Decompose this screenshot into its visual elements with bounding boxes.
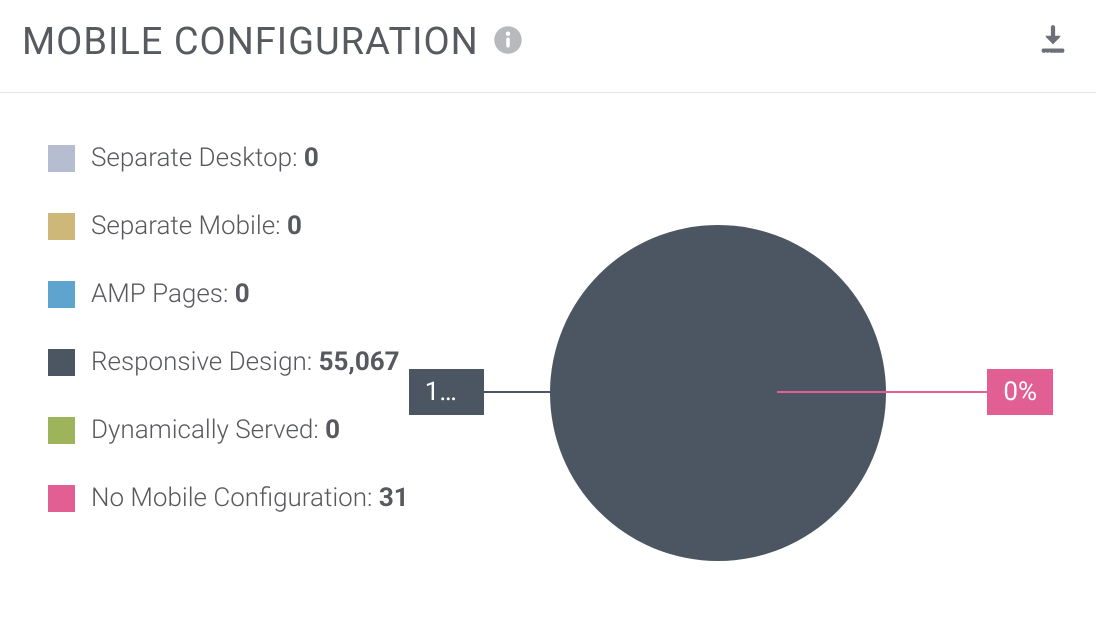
legend-item-responsive-design[interactable]: Responsive Design: 55,067 xyxy=(48,347,409,377)
callout-leader xyxy=(484,391,550,393)
swatch-icon xyxy=(48,213,75,240)
swatch-icon xyxy=(48,349,75,376)
legend-item-separate-desktop[interactable]: Separate Desktop: 0 xyxy=(48,143,409,173)
download-icon[interactable] xyxy=(1036,23,1070,61)
legend-item-no-mobile-config[interactable]: No Mobile Configuration: 31 xyxy=(48,483,409,513)
swatch-icon xyxy=(48,281,75,308)
legend-item-amp-pages[interactable]: AMP Pages: 0 xyxy=(48,279,409,309)
swatch-icon xyxy=(48,485,75,512)
legend-item-dynamically-served[interactable]: Dynamically Served: 0 xyxy=(48,415,409,445)
legend-item-separate-mobile[interactable]: Separate Mobile: 0 xyxy=(48,211,409,241)
info-icon[interactable] xyxy=(493,25,523,59)
header: MOBILE CONFIGURATION xyxy=(0,0,1096,93)
pie-chart: 10… 0% xyxy=(409,133,1096,513)
legend-label: Responsive Design: 55,067 xyxy=(91,347,400,377)
slice-callout-responsive: 10… xyxy=(409,369,550,415)
callout-label: 10… xyxy=(409,369,484,415)
legend-label: Dynamically Served: 0 xyxy=(91,415,340,445)
legend: Separate Desktop: 0 Separate Mobile: 0 A… xyxy=(0,133,409,513)
legend-label: Separate Desktop: 0 xyxy=(91,143,319,173)
page-title: MOBILE CONFIGURATION xyxy=(22,20,479,64)
title-area: MOBILE CONFIGURATION xyxy=(22,20,523,64)
callout-label: 0% xyxy=(987,369,1053,415)
legend-label: AMP Pages: 0 xyxy=(91,279,250,309)
content: Separate Desktop: 0 Separate Mobile: 0 A… xyxy=(0,93,1096,513)
legend-label: No Mobile Configuration: 31 xyxy=(91,483,409,513)
swatch-icon xyxy=(48,145,75,172)
callout-leader xyxy=(777,391,987,393)
swatch-icon xyxy=(48,417,75,444)
legend-label: Separate Mobile: 0 xyxy=(91,211,302,241)
slice-callout-no-mobile: 0% xyxy=(777,369,1053,415)
